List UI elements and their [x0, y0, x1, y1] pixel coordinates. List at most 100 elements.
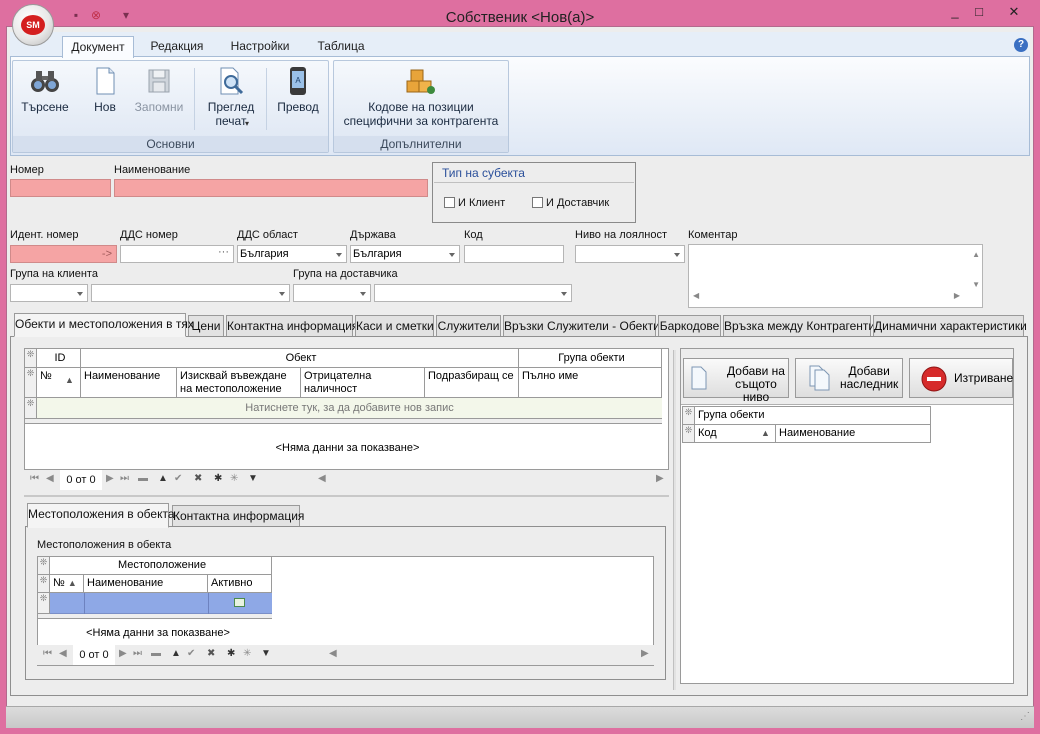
translate-button[interactable]: A Превод — [272, 66, 324, 114]
nav-up-icon[interactable]: ▲ — [171, 648, 181, 659]
print-preview-button[interactable]: Преглед печат — [202, 66, 260, 128]
grid-selector[interactable]: ❊ — [38, 575, 50, 593]
tab-contact-info[interactable]: Контактна информация — [226, 315, 358, 337]
tab-edit[interactable]: Редакция — [142, 36, 212, 58]
tab-settings[interactable]: Настройки — [222, 36, 298, 58]
nav-last-icon[interactable]: ⏭ — [133, 648, 142, 659]
hscroll-left-icon[interactable]: ◀ — [318, 473, 326, 484]
item-codes-button[interactable]: Кодове на позиции специфични за контраге… — [336, 66, 506, 128]
nav-check-icon[interactable]: ✔ — [187, 648, 195, 659]
tab-barcodes[interactable]: Баркодове — [658, 315, 721, 337]
nav-filter-icon[interactable]: ▼ — [261, 648, 271, 659]
supplier-group-code-select[interactable] — [293, 284, 371, 302]
chevron-down-icon[interactable]: ▾ — [118, 8, 134, 22]
tab-employees[interactable]: Служители — [436, 315, 501, 337]
active-checkbox-icon[interactable] — [234, 598, 245, 607]
name-input[interactable] — [114, 179, 428, 197]
delete-button[interactable]: Изтриване — [909, 358, 1013, 398]
tree-column-name[interactable]: Наименование — [776, 425, 931, 443]
grid-selector[interactable]: ❊ — [38, 557, 50, 575]
help-icon[interactable]: ? — [1014, 38, 1028, 52]
country-select[interactable]: България — [350, 245, 460, 263]
new-row-prompt[interactable]: Натиснете тук, за да добавите нов запис — [37, 398, 662, 419]
scroll-right-icon[interactable]: ▶ — [954, 288, 960, 304]
client-group-name-select[interactable] — [91, 284, 290, 302]
maximize-button[interactable]: □ — [968, 4, 990, 20]
nav-first-icon[interactable]: ⏮ — [30, 473, 39, 484]
loc-column-active[interactable]: Активно — [208, 575, 272, 593]
loyalty-select[interactable] — [575, 245, 685, 263]
tab-table[interactable]: Таблица — [308, 36, 374, 58]
ident-number-input[interactable]: -> — [10, 245, 117, 263]
save-icon[interactable]: ▪ — [68, 8, 84, 22]
subtab-locations[interactable]: Местоположения в обекта — [27, 503, 175, 528]
grid-selector[interactable]: ❊ — [683, 407, 695, 425]
hscroll-right-icon[interactable]: ▶ — [641, 648, 649, 659]
hscroll-right-icon[interactable]: ▶ — [656, 473, 664, 484]
grid-selector[interactable]: ❊ — [683, 425, 695, 443]
tab-employee-objects[interactable]: Връзки Служители - Обекти — [503, 315, 660, 337]
tab-objects[interactable]: Обекти и местоположения в тях — [14, 313, 194, 337]
grid-selector[interactable]: ❊ — [25, 349, 37, 368]
scroll-down-icon[interactable]: ▼ — [972, 277, 980, 293]
client-group-code-select[interactable] — [10, 284, 88, 302]
supplier-checkbox[interactable] — [532, 197, 543, 208]
tab-dynamic-properties[interactable]: Динамични характеристики — [873, 315, 1027, 337]
close-button[interactable]: ✕ — [996, 4, 1032, 20]
nav-prev-page-icon[interactable]: ◀ — [46, 473, 54, 484]
scroll-left-icon[interactable]: ◀ — [693, 288, 699, 304]
nav-filter-icon[interactable]: ▼ — [248, 473, 258, 484]
minimize-button[interactable]: _ — [944, 4, 966, 20]
nav-check-icon[interactable]: ✔ — [174, 473, 182, 484]
add-same-level-button[interactable]: Добави на същото ниво — [683, 358, 789, 404]
column-fullname[interactable]: Пълно име — [519, 368, 662, 398]
vat-region-select[interactable]: България — [237, 245, 347, 263]
nav-asterisk2-icon[interactable]: ✳ — [230, 473, 238, 484]
nav-asterisk2-icon[interactable]: ✳ — [243, 648, 251, 659]
nav-remove-icon[interactable]: ▬ — [138, 473, 148, 484]
loc-column-name[interactable]: Наименование — [84, 575, 208, 593]
nav-up-icon[interactable]: ▲ — [158, 473, 168, 484]
loc-column-no[interactable]: № ▲ — [50, 575, 84, 593]
vat-number-input[interactable]: ··· — [120, 245, 234, 263]
column-default[interactable]: Подразбиращ се — [425, 368, 519, 398]
nav-asterisk-icon[interactable]: ✱ — [227, 648, 235, 659]
supplier-group-name-select[interactable] — [374, 284, 572, 302]
subtab-contact-info[interactable]: Контактна информация — [172, 505, 304, 527]
add-child-button[interactable]: Добави наследник — [795, 358, 903, 398]
grid-selector[interactable]: ❊ — [38, 593, 50, 614]
new-button[interactable]: Нов — [88, 66, 122, 114]
column-name[interactable]: Наименование — [81, 368, 177, 398]
nav-cancel-icon[interactable]: ✖ — [194, 473, 202, 484]
tab-document[interactable]: Документ — [62, 36, 134, 58]
hscroll-left-icon[interactable]: ◀ — [329, 648, 337, 659]
tab-contractor-links[interactable]: Връзка между Контрагенти — [723, 315, 875, 337]
column-no[interactable]: № ▲ — [37, 368, 81, 398]
nav-first-icon[interactable]: ⏮ — [43, 648, 52, 659]
comment-textarea[interactable]: ▲ ▼ ◀ ▶ — [688, 244, 983, 308]
close-doc-icon[interactable]: ⊗ — [88, 8, 104, 22]
number-input[interactable] — [10, 179, 111, 197]
vertical-splitter[interactable] — [673, 350, 676, 690]
column-negative-stock[interactable]: Отрицателна наличност — [301, 368, 425, 398]
grid-selector[interactable]: ❊ — [25, 398, 37, 419]
column-require-location[interactable]: Изисквай въвеждане на местоположение — [177, 368, 301, 398]
scroll-up-icon[interactable]: ▲ — [972, 247, 980, 263]
nav-prev-page-icon[interactable]: ◀ — [59, 648, 67, 659]
nav-next-icon[interactable]: ▶ — [106, 473, 114, 484]
nav-cancel-icon[interactable]: ✖ — [207, 648, 215, 659]
app-logo[interactable]: SM — [12, 4, 54, 46]
code-input[interactable] — [464, 245, 564, 263]
tree-column-code[interactable]: Код ▲ — [695, 425, 776, 443]
client-checkbox[interactable] — [444, 197, 455, 208]
search-button[interactable]: Търсене — [16, 66, 74, 114]
nav-remove-icon[interactable]: ▬ — [151, 648, 161, 659]
nav-asterisk-icon[interactable]: ✱ — [214, 473, 222, 484]
new-location-row[interactable] — [50, 593, 272, 614]
nav-last-icon[interactable]: ⏭ — [120, 473, 129, 484]
ellipsis-button[interactable]: ··· — [218, 244, 229, 260]
resize-grip-icon[interactable]: ⋰ — [1020, 711, 1030, 722]
grid-selector[interactable]: ❊ — [25, 368, 37, 398]
save-button[interactable]: Запомни — [130, 66, 188, 114]
nav-next-icon[interactable]: ▶ — [119, 648, 127, 659]
